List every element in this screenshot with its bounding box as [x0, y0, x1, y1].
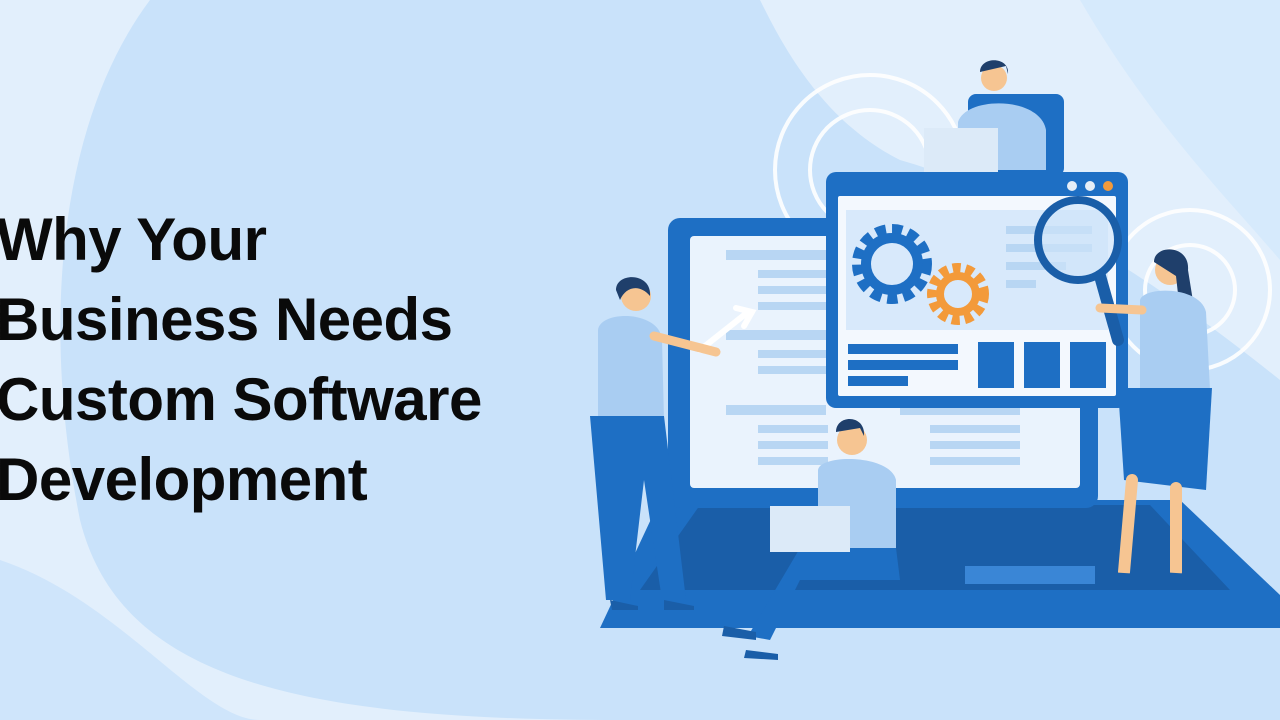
software-illustration [590, 60, 1280, 660]
person-top [924, 60, 1064, 176]
hero-banner: Why Your Business Needs Custom Software … [0, 0, 1280, 720]
